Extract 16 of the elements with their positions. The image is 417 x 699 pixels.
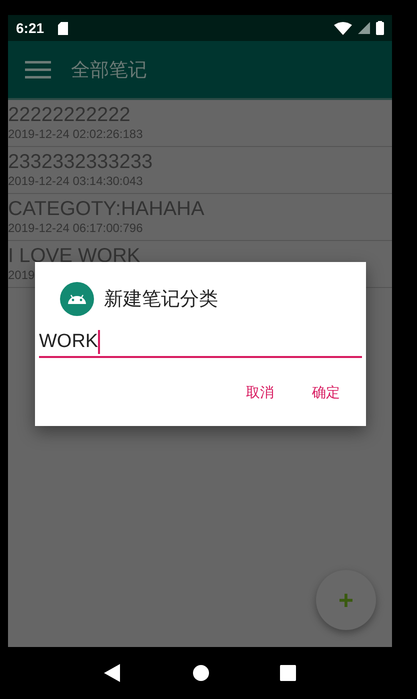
- menu-icon[interactable]: [25, 60, 51, 78]
- home-icon[interactable]: [192, 665, 209, 681]
- sd-card-icon: [58, 22, 68, 34]
- recents-icon[interactable]: [280, 665, 296, 681]
- category-input[interactable]: WORK: [39, 328, 362, 358]
- dialog-title: 新建笔记分类: [104, 287, 218, 312]
- back-icon[interactable]: [104, 664, 122, 682]
- app-title: 全部笔记: [71, 58, 147, 82]
- add-button[interactable]: +: [316, 570, 376, 630]
- wifi-icon: [334, 22, 352, 34]
- status-time: 6:21: [16, 20, 44, 36]
- dialog-button[interactable]: 确定: [298, 376, 354, 410]
- signal-icon: [358, 22, 370, 34]
- battery-icon: [376, 21, 384, 35]
- dialog-button[interactable]: 取消: [232, 376, 288, 410]
- android-icon: [60, 282, 94, 316]
